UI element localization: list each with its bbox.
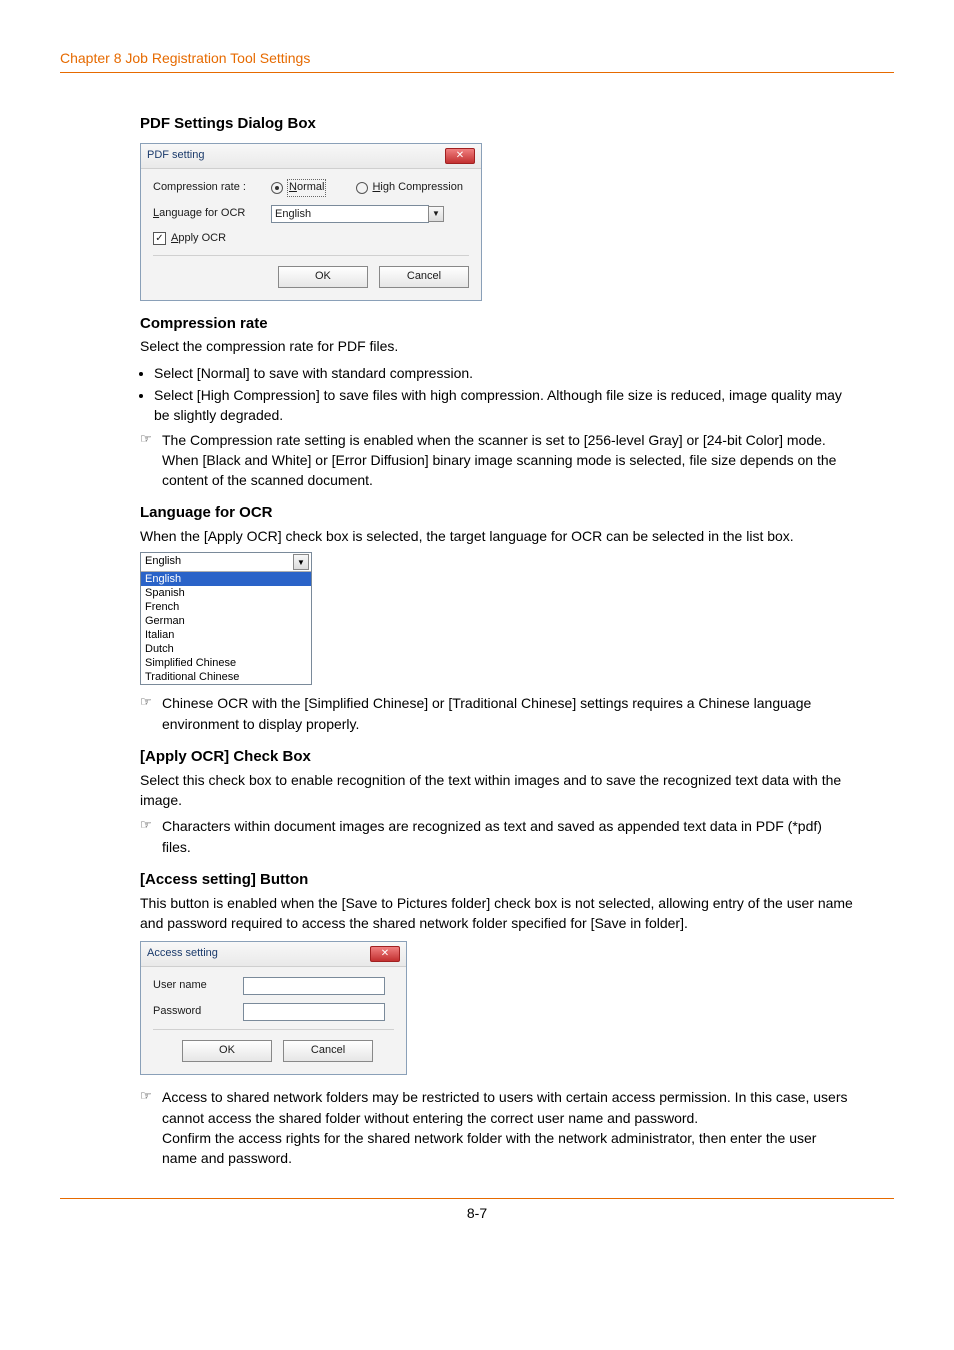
chapter-header: Chapter 8 Job Registration Tool Settings bbox=[60, 50, 894, 73]
compression-rate-label: Compression rate : bbox=[153, 180, 271, 196]
close-icon[interactable]: ✕ bbox=[445, 148, 475, 164]
language-selected-value: English bbox=[145, 554, 181, 570]
radio-normal-accel: N bbox=[289, 181, 297, 193]
note-compression: The Compression rate setting is enabled … bbox=[162, 430, 854, 491]
section-title: PDF Settings Dialog Box bbox=[140, 113, 854, 135]
language-ocr-label: Language for OCR bbox=[153, 206, 271, 222]
dialog-title: Access setting bbox=[147, 946, 218, 962]
cancel-button[interactable]: Cancel bbox=[379, 266, 469, 288]
note-access: Access to shared network folders may be … bbox=[162, 1087, 854, 1168]
radio-high-text: igh Compression bbox=[380, 181, 463, 193]
para-access-setting: This button is enabled when the [Save to… bbox=[140, 893, 854, 934]
language-option[interactable]: Dutch bbox=[141, 642, 311, 656]
password-field[interactable] bbox=[243, 1003, 385, 1021]
username-field[interactable] bbox=[243, 977, 385, 995]
radio-high-compression[interactable]: High Compression bbox=[356, 180, 463, 196]
para-language-ocr: When the [Apply OCR] check box is select… bbox=[140, 526, 854, 546]
para-compression-desc: Select the compression rate for PDF file… bbox=[140, 336, 854, 356]
radio-normal-text: ormal bbox=[297, 181, 325, 193]
language-option[interactable]: English bbox=[141, 572, 311, 586]
heading-language-ocr: Language for OCR bbox=[140, 502, 854, 524]
heading-apply-ocr: [Apply OCR] Check Box bbox=[140, 746, 854, 768]
note-icon: ☞ bbox=[140, 693, 162, 734]
note-icon: ☞ bbox=[140, 1087, 162, 1168]
chevron-down-icon[interactable]: ▼ bbox=[428, 206, 444, 222]
access-setting-dialog: Access setting ✕ User name Password OK C… bbox=[140, 941, 407, 1075]
note-access-text1: Access to shared network folders may be … bbox=[162, 1089, 848, 1125]
apply-ocr-checkbox[interactable]: ✓ Apply OCR bbox=[153, 231, 226, 247]
language-option[interactable]: Italian bbox=[141, 628, 311, 642]
dialog-titlebar: Access setting ✕ bbox=[141, 942, 406, 967]
bullet-normal: Select [Normal] to save with standard co… bbox=[154, 363, 854, 383]
cancel-button[interactable]: Cancel bbox=[283, 1040, 373, 1062]
bullet-high-compression: Select [High Compression] to save files … bbox=[154, 385, 854, 426]
para-apply-ocr: Select this check box to enable recognit… bbox=[140, 770, 854, 811]
heading-compression-rate: Compression rate bbox=[140, 313, 854, 335]
note-icon: ☞ bbox=[140, 816, 162, 857]
note-access-text2: Confirm the access rights for the shared… bbox=[162, 1130, 816, 1166]
language-option[interactable]: German bbox=[141, 614, 311, 628]
language-options: English Spanish French German Italian Du… bbox=[141, 572, 311, 684]
language-ocr-value: English bbox=[271, 205, 429, 223]
ok-button[interactable]: OK bbox=[182, 1040, 272, 1062]
language-option[interactable]: Simplified Chinese bbox=[141, 656, 311, 670]
page-number: 8-7 bbox=[467, 1205, 487, 1221]
dialog-titlebar: PDF setting ✕ bbox=[141, 144, 481, 169]
pdf-setting-dialog: PDF setting ✕ Compression rate : Normal bbox=[140, 143, 482, 301]
note-apply-ocr: Characters within document images are re… bbox=[162, 816, 854, 857]
page-footer: 8-7 bbox=[60, 1198, 894, 1221]
language-dropdown[interactable]: English ▼ English Spanish French German … bbox=[140, 552, 312, 685]
dialog-title: PDF setting bbox=[147, 148, 204, 164]
language-option[interactable]: Traditional Chinese bbox=[141, 670, 311, 684]
ok-button[interactable]: OK bbox=[278, 266, 368, 288]
language-option[interactable]: French bbox=[141, 600, 311, 614]
language-ocr-select[interactable]: English ▼ bbox=[271, 205, 444, 223]
password-label: Password bbox=[153, 1004, 243, 1020]
close-icon[interactable]: ✕ bbox=[370, 946, 400, 962]
heading-access-setting: [Access setting] Button bbox=[140, 869, 854, 891]
radio-normal[interactable]: Normal bbox=[271, 179, 326, 197]
main-content: PDF Settings Dialog Box PDF setting ✕ Co… bbox=[140, 113, 854, 1168]
username-label: User name bbox=[153, 978, 243, 994]
chevron-down-icon[interactable]: ▼ bbox=[293, 554, 309, 570]
language-option[interactable]: Spanish bbox=[141, 586, 311, 600]
note-chinese-ocr: Chinese OCR with the [Simplified Chinese… bbox=[162, 693, 854, 734]
note-icon: ☞ bbox=[140, 430, 162, 491]
